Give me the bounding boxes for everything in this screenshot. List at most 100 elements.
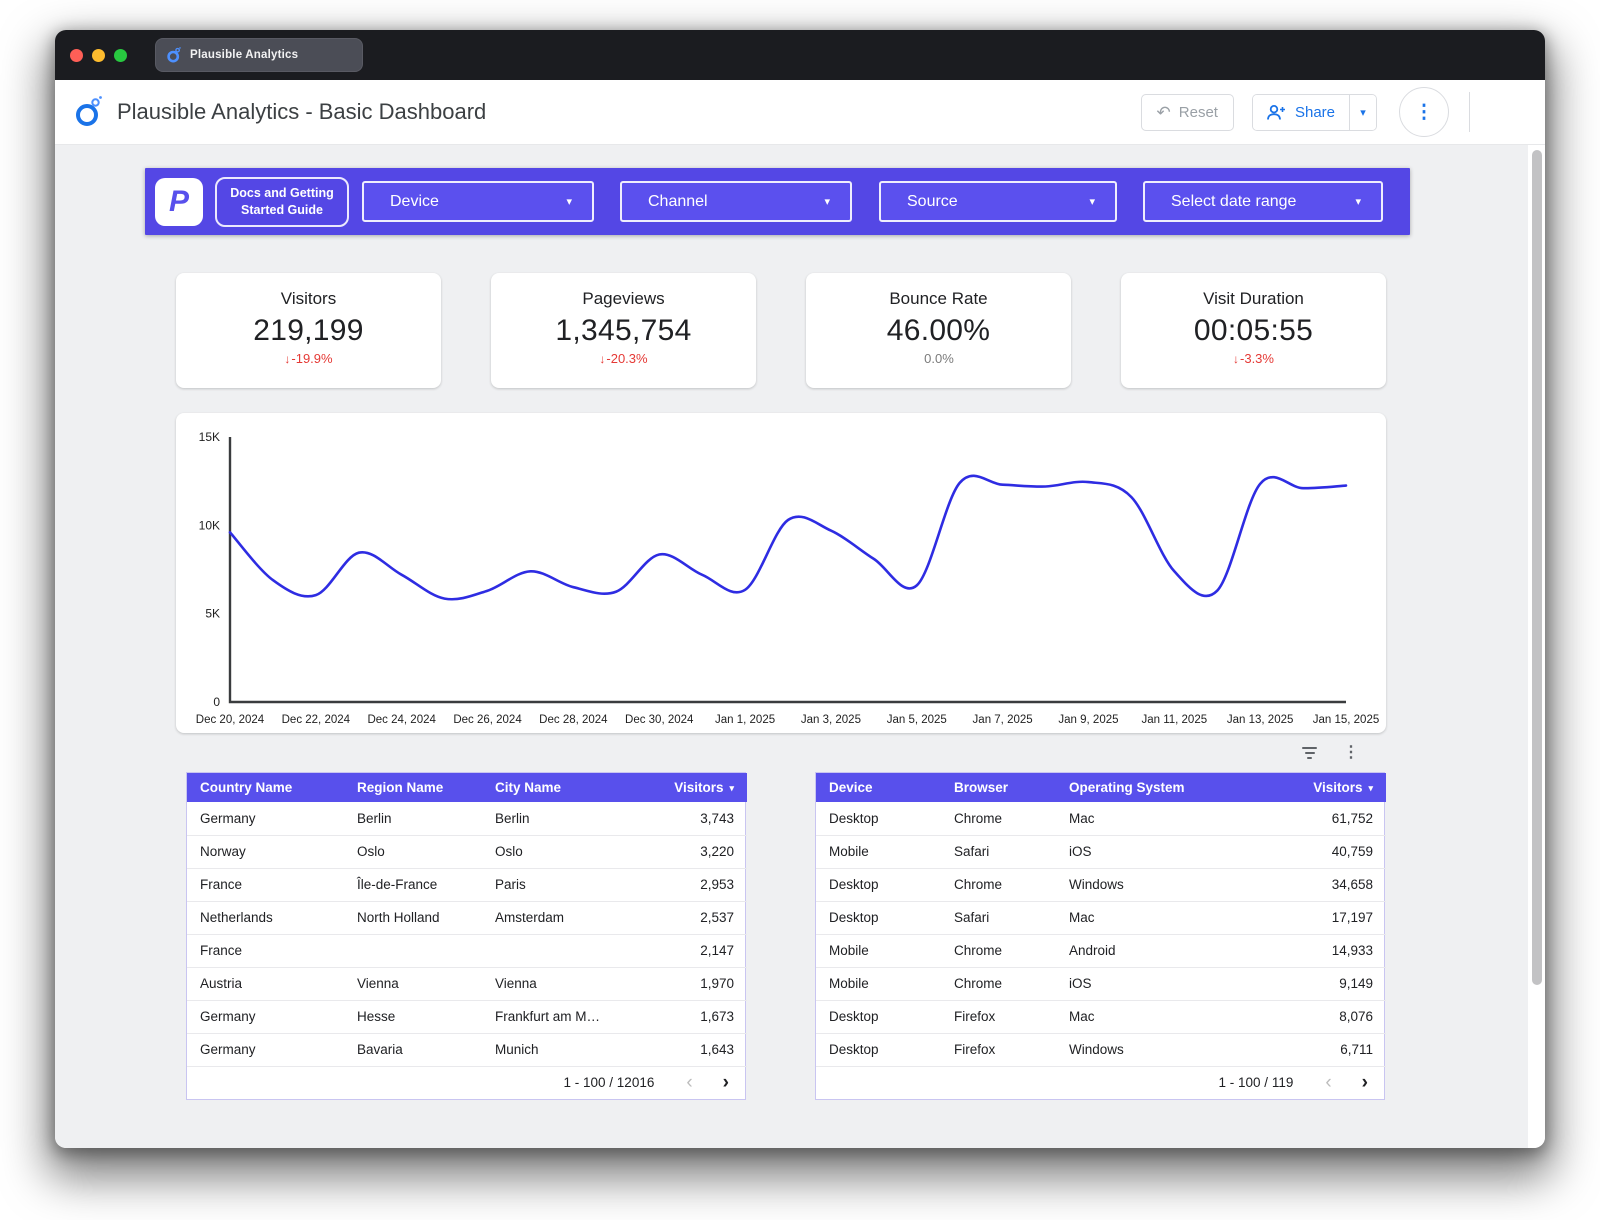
undo-icon: ↶ xyxy=(1157,104,1171,121)
svg-text:Dec 28, 2024: Dec 28, 2024 xyxy=(539,714,608,726)
header-divider xyxy=(1469,92,1470,132)
svg-text:Dec 30, 2024: Dec 30, 2024 xyxy=(625,714,694,726)
share-options-caret[interactable]: ▾ xyxy=(1349,95,1376,130)
table-row: MobileSafariiOS40,759 xyxy=(816,835,1386,868)
sort-desc-icon: ▾ xyxy=(729,783,734,793)
column-header[interactable]: Browser xyxy=(941,773,1056,802)
svg-text:Jan 1, 2025: Jan 1, 2025 xyxy=(715,714,775,726)
page-title: Plausible Analytics - Basic Dashboard xyxy=(117,99,486,125)
scrollbar-track xyxy=(1528,145,1545,1148)
column-header[interactable]: Visitors▾ xyxy=(1271,773,1386,802)
column-header[interactable]: Country Name xyxy=(187,773,344,802)
scrollbar-thumb[interactable] xyxy=(1532,150,1542,985)
svg-text:Dec 20, 2024: Dec 20, 2024 xyxy=(196,714,265,726)
next-page-button[interactable]: › xyxy=(1360,1073,1370,1092)
browser-tab[interactable]: Plausible Analytics xyxy=(155,38,363,72)
geo-table: Country NameRegion NameCity NameVisitors… xyxy=(187,773,747,1067)
column-header[interactable]: Device xyxy=(816,773,941,802)
prev-page-button[interactable]: ‹ xyxy=(684,1073,694,1092)
scorecard-delta: ↓-3.3% xyxy=(1121,351,1386,366)
more-options-button[interactable]: ⋮ xyxy=(1399,87,1449,137)
scorecard-visitors: Visitors 219,199 ↓-19.9% xyxy=(176,273,441,388)
table-row: DesktopSafariMac17,197 xyxy=(816,901,1386,934)
dashboard-canvas: P Docs and Getting Started Guide Device … xyxy=(55,145,1545,1148)
docs-button[interactable]: Docs and Getting Started Guide xyxy=(215,177,349,227)
svg-text:Jan 15, 2025: Jan 15, 2025 xyxy=(1313,714,1380,726)
visitors-line-chart: 05K10K15KDec 20, 2024Dec 22, 2024Dec 24,… xyxy=(176,413,1386,733)
column-header[interactable]: City Name xyxy=(482,773,640,802)
prev-page-button[interactable]: ‹ xyxy=(1323,1073,1333,1092)
svg-text:Dec 26, 2024: Dec 26, 2024 xyxy=(453,714,522,726)
date-range-dropdown[interactable]: Select date range ▾ xyxy=(1143,181,1383,222)
svg-text:15K: 15K xyxy=(199,430,220,444)
channel-filter-dropdown[interactable]: Channel ▾ xyxy=(620,181,852,222)
arrow-down-icon: ↓ xyxy=(284,352,290,366)
window-controls xyxy=(70,49,127,62)
svg-text:Jan 3, 2025: Jan 3, 2025 xyxy=(801,714,861,726)
arrow-down-icon: ↓ xyxy=(599,352,605,366)
table-row: NetherlandsNorth HollandAmsterdam2,537 xyxy=(187,901,747,934)
filter-icon[interactable] xyxy=(1300,745,1319,761)
column-header[interactable]: Operating System xyxy=(1056,773,1271,802)
tab-title: Plausible Analytics xyxy=(190,49,298,61)
report-logo-icon xyxy=(75,95,103,129)
scorecard-delta: ↓-19.9% xyxy=(176,351,441,366)
table-toolbar: ⋮ xyxy=(1300,745,1359,761)
scorecard-value: 46.00% xyxy=(806,314,1071,348)
arrow-down-icon: ↓ xyxy=(1233,352,1239,366)
scorecard-delta: ↓-20.3% xyxy=(491,351,756,366)
sort-desc-icon: ▾ xyxy=(1368,783,1373,793)
table-row: DesktopChromeMac61,752 xyxy=(816,802,1386,835)
source-filter-dropdown[interactable]: Source ▾ xyxy=(879,181,1117,222)
svg-text:Dec 24, 2024: Dec 24, 2024 xyxy=(367,714,436,726)
scorecard-title: Visit Duration xyxy=(1121,289,1386,309)
browser-window: Plausible Analytics Plausible Analytics … xyxy=(55,30,1545,1148)
next-page-button[interactable]: › xyxy=(721,1073,731,1092)
table-row: DesktopFirefoxMac8,076 xyxy=(816,1000,1386,1033)
table-row: AustriaViennaVienna1,970 xyxy=(187,967,747,1000)
svg-text:Jan 13, 2025: Jan 13, 2025 xyxy=(1227,714,1294,726)
scorecard-value: 00:05:55 xyxy=(1121,314,1386,348)
scorecard-value: 219,199 xyxy=(176,314,441,348)
table-kebab-icon[interactable]: ⋮ xyxy=(1343,745,1359,761)
close-window-button[interactable] xyxy=(70,49,83,62)
svg-text:5K: 5K xyxy=(205,607,220,621)
kebab-icon: ⋮ xyxy=(1415,103,1434,122)
timeseries-card: 05K10K15KDec 20, 2024Dec 22, 2024Dec 24,… xyxy=(176,413,1386,733)
svg-text:Dec 22, 2024: Dec 22, 2024 xyxy=(282,714,351,726)
plausible-logo: P xyxy=(155,178,203,226)
svg-text:Jan 5, 2025: Jan 5, 2025 xyxy=(887,714,947,726)
minimize-window-button[interactable] xyxy=(92,49,105,62)
window-titlebar: Plausible Analytics xyxy=(55,30,1545,80)
column-header[interactable]: Region Name xyxy=(344,773,482,802)
scorecard-title: Pageviews xyxy=(491,289,756,309)
scorecard-pageviews: Pageviews 1,345,754 ↓-20.3% xyxy=(491,273,756,388)
share-button[interactable]: Share xyxy=(1253,95,1349,130)
caret-down-icon: ▾ xyxy=(1360,106,1366,119)
device-filter-dropdown[interactable]: Device ▾ xyxy=(362,181,594,222)
table-row: GermanyBavariaMunich1,643 xyxy=(187,1033,747,1066)
fullscreen-window-button[interactable] xyxy=(114,49,127,62)
table-header-row: DeviceBrowserOperating SystemVisitors▾ xyxy=(816,773,1386,802)
reset-label: Reset xyxy=(1179,104,1218,121)
scorecard-delta: 0.0% xyxy=(806,351,1071,366)
column-header[interactable]: Visitors▾ xyxy=(640,773,747,802)
svg-text:10K: 10K xyxy=(199,518,220,532)
table-row: MobileChromeAndroid14,933 xyxy=(816,934,1386,967)
scorecard-title: Visitors xyxy=(176,289,441,309)
scorecard-visit-duration: Visit Duration 00:05:55 ↓-3.3% xyxy=(1121,273,1386,388)
svg-text:Jan 9, 2025: Jan 9, 2025 xyxy=(1058,714,1118,726)
person-add-icon xyxy=(1267,105,1286,120)
scorecard-value: 1,345,754 xyxy=(491,314,756,348)
plausible-logo-letter: P xyxy=(169,187,189,217)
svg-text:Jan 11, 2025: Jan 11, 2025 xyxy=(1141,714,1207,726)
reset-button[interactable]: ↶ Reset xyxy=(1141,94,1234,131)
plausible-favicon-icon xyxy=(167,47,181,63)
caret-down-icon: ▾ xyxy=(824,195,830,208)
table-row: GermanyBerlinBerlin3,743 xyxy=(187,802,747,835)
caret-down-icon: ▾ xyxy=(1089,195,1095,208)
pagination-range: 1 - 100 / 119 xyxy=(1219,1075,1294,1090)
caret-down-icon: ▾ xyxy=(566,195,572,208)
scorecard-title: Bounce Rate xyxy=(806,289,1071,309)
scorecard-row: Visitors 219,199 ↓-19.9% Pageviews 1,345… xyxy=(176,273,1386,388)
